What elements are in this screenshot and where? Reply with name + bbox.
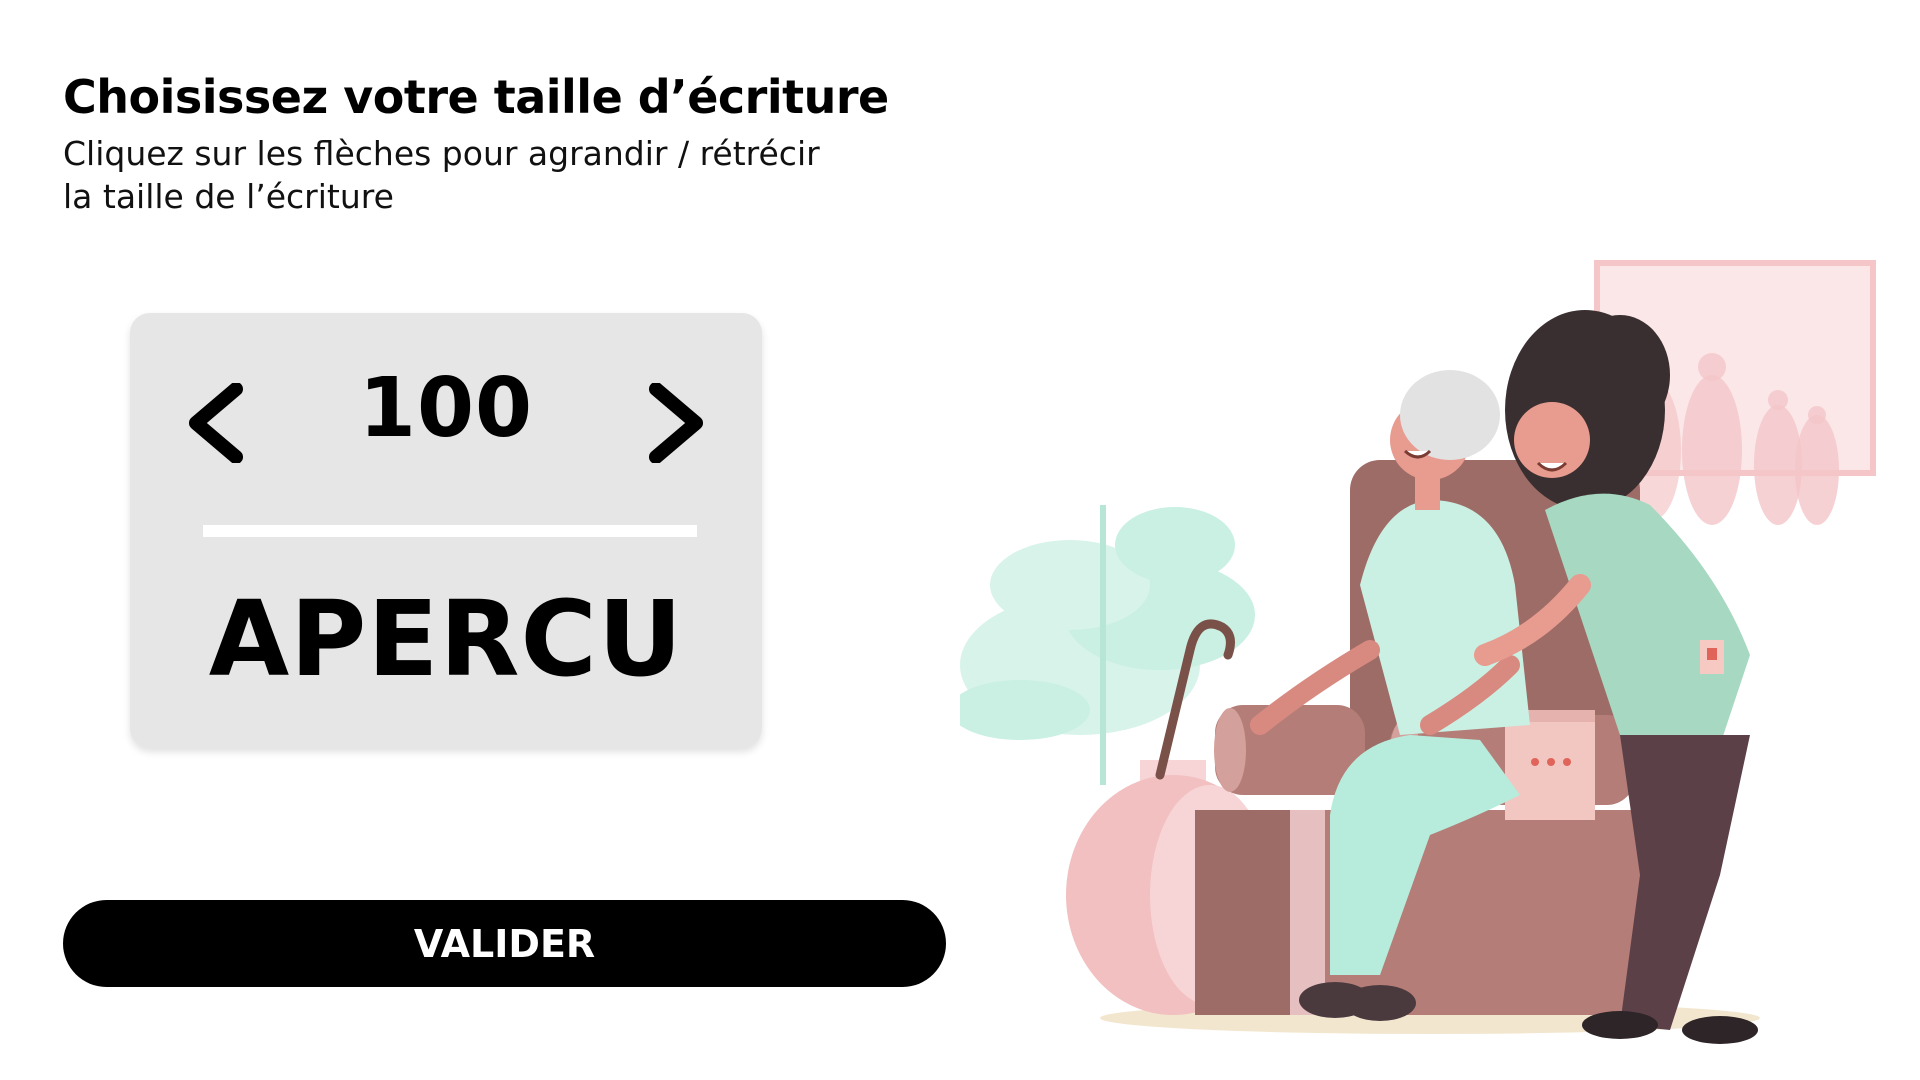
card-divider xyxy=(203,525,697,537)
validate-button[interactable]: VALIDER xyxy=(63,900,946,987)
subtitle-line-2: la taille de l’écriture xyxy=(63,177,394,216)
page-title: Choisissez votre taille d’écriture xyxy=(63,70,889,124)
plant-icon xyxy=(960,505,1255,785)
subtitle-line-1: Cliquez sur les flèches pour agrandir / … xyxy=(63,134,820,173)
preview-text: APERCU xyxy=(208,578,684,700)
chevron-right-icon xyxy=(649,383,703,463)
increase-size-button[interactable] xyxy=(632,368,722,478)
page-subtitle: Cliquez sur les flèches pour agrandir / … xyxy=(63,132,963,218)
font-size-card: 100 APERCU xyxy=(130,313,762,748)
caregiver-illustration xyxy=(960,260,1876,1044)
